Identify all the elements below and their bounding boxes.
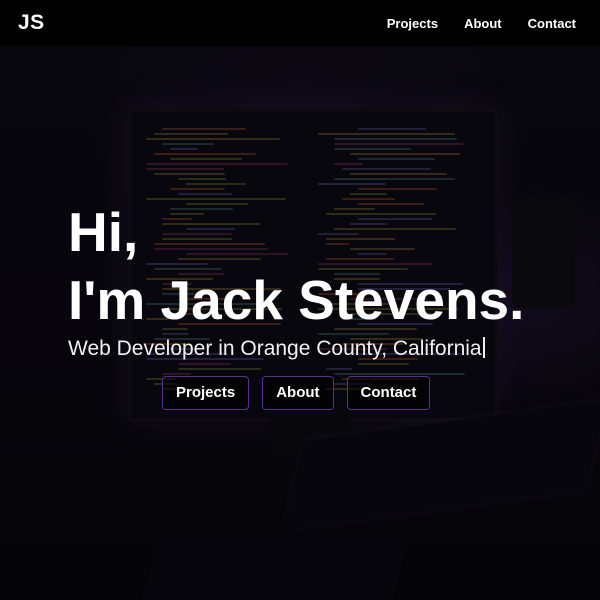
hero-buttons: Projects About Contact bbox=[162, 376, 431, 410]
page: JS Projects About Contact Hi, I'm Jack S… bbox=[0, 0, 600, 600]
hero-projects-button[interactable]: Projects bbox=[162, 376, 250, 410]
hero-greeting: Hi, bbox=[68, 201, 139, 263]
site-logo[interactable]: JS bbox=[18, 11, 45, 35]
hero-heading: Hi, I'm Jack Stevens. bbox=[68, 198, 524, 334]
hero-subtitle-text: Web Developer in Orange County, Californ… bbox=[68, 337, 482, 360]
navbar: JS Projects About Contact bbox=[0, 0, 600, 46]
nav-links: Projects About Contact bbox=[361, 16, 576, 31]
hero-section: Hi, I'm Jack Stevens. Web Developer in O… bbox=[0, 0, 600, 600]
hero-about-button[interactable]: About bbox=[262, 376, 334, 410]
hero-intro: I'm Jack Stevens. bbox=[68, 269, 525, 331]
nav-link-contact[interactable]: Contact bbox=[528, 16, 576, 31]
hero-contact-button[interactable]: Contact bbox=[346, 376, 431, 410]
nav-link-about[interactable]: About bbox=[464, 16, 502, 31]
typing-cursor bbox=[482, 337, 485, 358]
hero-subtitle: Web Developer in Orange County, Californ… bbox=[68, 337, 485, 361]
nav-link-projects[interactable]: Projects bbox=[387, 16, 438, 31]
